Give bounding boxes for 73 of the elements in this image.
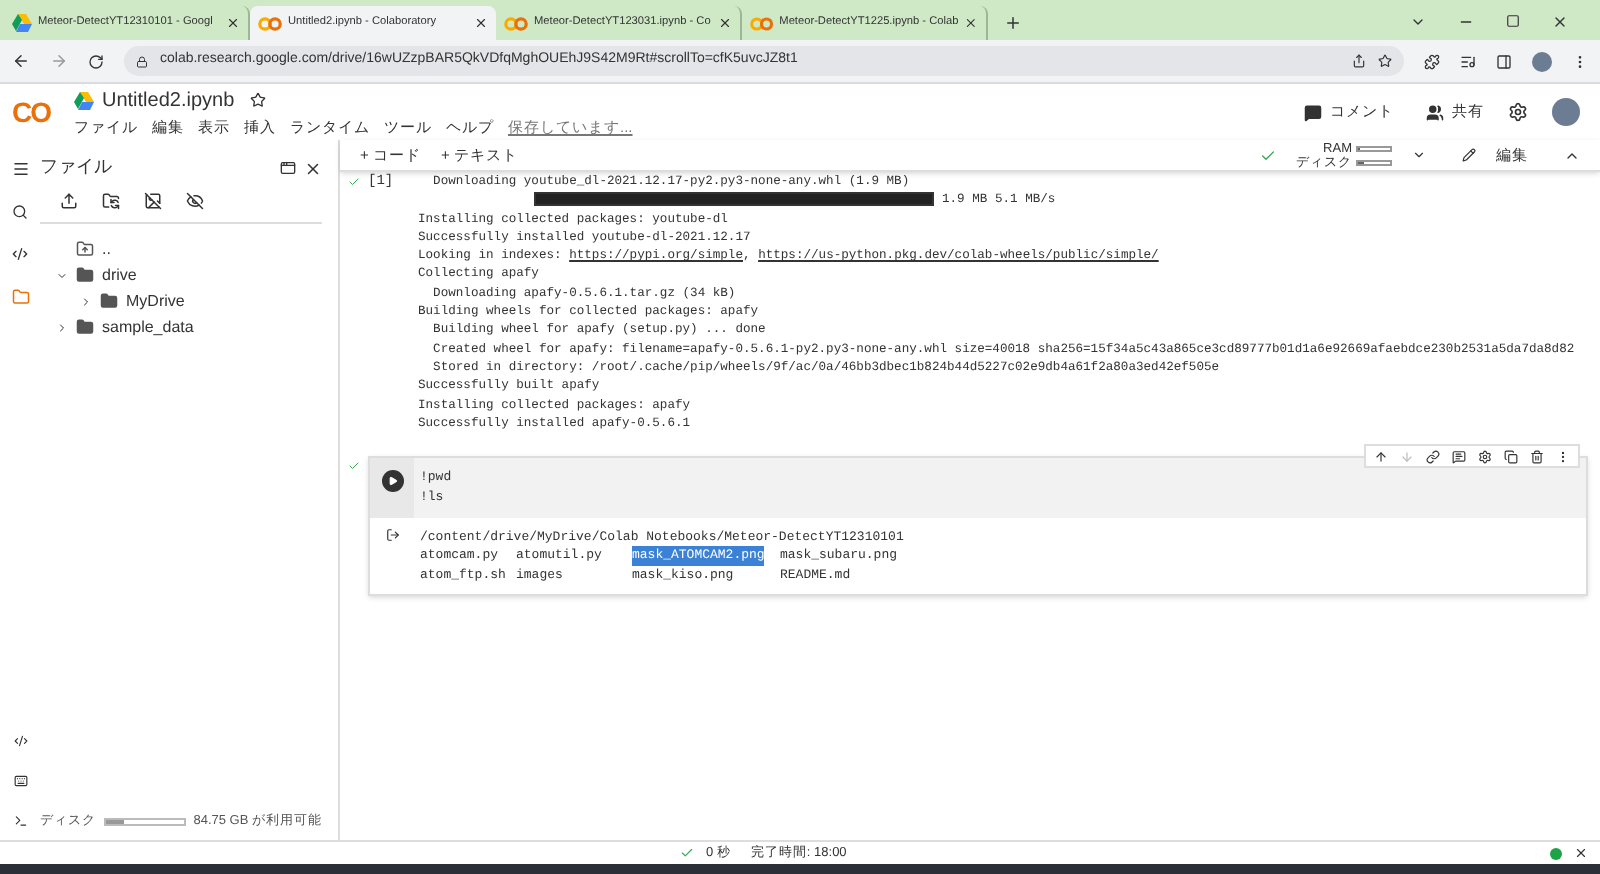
file-tree-item[interactable]: drive [40, 262, 322, 288]
expand-caret-icon[interactable] [80, 295, 92, 307]
close-icon[interactable] [718, 16, 732, 30]
unmount-drive-icon[interactable] [144, 192, 162, 210]
folder-icon [76, 318, 94, 336]
copy-icon[interactable] [1504, 449, 1518, 464]
connected-check-icon [1260, 147, 1276, 163]
command-palette-icon[interactable] [13, 774, 27, 788]
new-window-icon[interactable] [280, 160, 296, 176]
search-icon[interactable] [12, 204, 28, 220]
folder-up-icon [76, 240, 94, 258]
file-tree-item[interactable]: MyDrive [40, 288, 322, 314]
dropdown-caret-icon[interactable] [1412, 148, 1426, 162]
bookmark-star-icon[interactable] [1378, 54, 1392, 68]
toc-icon[interactable] [11, 160, 29, 178]
extensions-icon[interactable] [1424, 53, 1440, 69]
run-success-icon [348, 460, 360, 473]
delete-icon[interactable] [1530, 449, 1544, 464]
close-icon[interactable] [304, 159, 322, 177]
media-queue-icon[interactable] [1460, 53, 1476, 69]
notebook-title[interactable]: Untitled2.ipynb [102, 85, 235, 116]
tab-search-icon[interactable] [1410, 14, 1426, 30]
back-icon[interactable] [12, 52, 30, 70]
disk-usage-bar [104, 818, 186, 826]
refresh-folder-icon[interactable] [102, 192, 120, 210]
done-check-icon [680, 846, 694, 860]
terminal-icon[interactable] [13, 814, 27, 828]
maximize-icon[interactable] [1506, 14, 1520, 28]
more-icon[interactable] [1556, 449, 1570, 464]
upload-icon[interactable] [60, 192, 78, 210]
colab-logo-icon [504, 15, 528, 31]
comment-icon[interactable] [1304, 103, 1322, 121]
edit-icon[interactable] [1462, 148, 1476, 162]
drive-icon [12, 14, 32, 32]
reload-icon[interactable] [88, 53, 104, 69]
folder-icon [76, 266, 94, 284]
new-tab-icon[interactable] [1004, 14, 1022, 32]
colab-logo-icon [750, 15, 774, 31]
files-icon[interactable] [11, 288, 29, 306]
file-tree-item[interactable]: .. [40, 236, 322, 262]
close-icon[interactable] [964, 16, 978, 30]
side-panel-icon[interactable] [1496, 53, 1512, 69]
close-icon[interactable] [226, 16, 240, 30]
panel-title: ファイル [40, 154, 114, 181]
hide-icon[interactable] [186, 192, 204, 210]
lock-icon [136, 55, 148, 67]
comment-icon[interactable] [1452, 449, 1466, 464]
code-snippets-icon[interactable] [13, 734, 27, 748]
expand-caret-icon[interactable] [56, 269, 68, 281]
close-icon[interactable] [1552, 14, 1568, 30]
disk-meter [1356, 159, 1392, 165]
move-up-icon[interactable] [1374, 449, 1388, 464]
ram-meter [1356, 145, 1392, 151]
share-icon[interactable] [1426, 103, 1444, 121]
folder-icon [100, 292, 118, 310]
output-icon [385, 528, 399, 543]
settings-icon[interactable] [1478, 449, 1492, 464]
star-icon[interactable] [250, 92, 267, 109]
settings-icon[interactable] [1508, 102, 1528, 122]
share-icon[interactable] [1352, 54, 1366, 68]
profile-avatar[interactable] [1532, 51, 1552, 71]
expand-caret-icon[interactable] [56, 321, 68, 333]
play-icon [387, 476, 397, 487]
close-icon[interactable] [1574, 846, 1588, 860]
drive-icon [74, 91, 94, 110]
link-icon[interactable] [1426, 449, 1440, 464]
variables-icon[interactable] [12, 246, 28, 262]
colab-logo-icon [258, 15, 282, 31]
profile-avatar[interactable] [1552, 98, 1580, 126]
close-icon[interactable] [474, 16, 488, 30]
run-button[interactable] [381, 470, 403, 493]
run-success-icon [348, 176, 360, 188]
file-tree-item[interactable]: sample_data [40, 314, 322, 340]
